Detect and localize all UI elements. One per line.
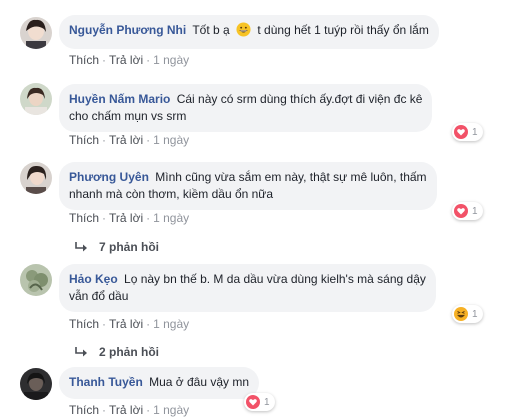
comment-text-line-2: nhanh mà còn thơm, kiềm dầu ổn nữa [69,187,274,201]
avatar[interactable] [20,17,52,49]
timestamp[interactable]: 1 ngày [153,317,189,331]
comment-bubble: Huyền Nấm Mario Cái này có srm dùng thíc… [59,84,433,132]
reply-link[interactable]: Trả lời [109,403,143,417]
reply-link[interactable]: Trả lời [109,317,143,331]
comment-actions: Thích · Trả lời · 1 ngày [69,211,190,225]
comment-actions: Thích · Trả lời · 1 ngày [69,317,190,331]
reply-link[interactable]: Trả lời [109,133,143,147]
haha-reaction-icon [454,307,468,321]
reaction-count: 1 [264,396,270,408]
comment-text-line-1: Lọ này bn thế b. M da dầu vừa dùng kielh… [124,272,426,286]
love-reaction-icon [454,204,468,218]
timestamp[interactable]: 1 ngày [153,211,189,225]
reaction-summary[interactable]: 1 [452,123,483,141]
reply-arrow-icon [75,347,87,357]
like-link[interactable]: Thích [69,211,99,225]
comment-text: t dùng hết 1 tuýp rồi thấy ổn lắm [257,23,429,37]
replies-count: 7 phản hồi [99,240,159,254]
grin-emoji-icon [236,22,251,42]
reaction-count: 1 [472,308,478,320]
reply-link[interactable]: Trả lời [109,53,143,67]
avatar[interactable] [20,264,52,296]
like-link[interactable]: Thích [69,53,99,67]
timestamp[interactable]: 1 ngày [153,53,189,67]
reply-arrow-icon [75,242,87,252]
comment-text: Mua ở đâu vậy mn [149,375,250,389]
author-name[interactable]: Hảo Kẹo [69,272,118,286]
reaction-count: 1 [472,205,478,217]
like-link[interactable]: Thích [69,317,99,331]
comment-text-line-1: Cái này có srm dùng thích ấy.đợt đi viện… [176,92,423,106]
comment-bubble: Hảo Kẹo Lọ này bn thế b. M da dầu vừa dù… [59,264,436,312]
avatar[interactable] [20,368,52,400]
like-link[interactable]: Thích [69,133,99,147]
reaction-summary[interactable]: 1 [452,202,483,220]
author-name[interactable]: Thanh Tuyền [69,375,143,389]
comment-text-line-1: Mình cũng vừa sắm em này, thật sự mê luô… [155,170,427,184]
replies-count: 2 phản hồi [99,345,159,359]
view-replies-link[interactable]: 7 phản hồi [75,240,159,254]
timestamp[interactable]: 1 ngày [153,403,189,417]
comment-text: Tốt b ạ [192,23,230,37]
author-name[interactable]: Nguyễn Phương Nhi [69,23,186,37]
comment-text-line-2: vẫn đổ dầu [69,289,129,303]
author-name[interactable]: Phương Uyên [69,170,149,184]
view-replies-link[interactable]: 2 phản hồi [75,345,159,359]
avatar[interactable] [20,83,52,115]
reaction-summary[interactable]: 1 [452,305,483,323]
reaction-summary[interactable]: 1 [244,393,275,411]
author-name[interactable]: Huyền Nấm Mario [69,92,170,106]
comment-bubble: Phương Uyên Mình cũng vừa sắm em này, th… [59,162,437,210]
comment-actions: Thích · Trả lời · 1 ngày [69,53,190,67]
comment-bubble: Thanh Tuyền Mua ở đâu vậy mn [59,367,260,399]
comment-bubble: Nguyễn Phương Nhi Tốt b ạ t dùng hết 1 t… [59,15,439,49]
timestamp[interactable]: 1 ngày [153,133,189,147]
love-reaction-icon [246,395,260,409]
comment-actions: Thích · Trả lời · 1 ngày [69,403,190,417]
reply-link[interactable]: Trả lời [109,211,143,225]
reaction-count: 1 [472,126,478,138]
comment-actions: Thích · Trả lời · 1 ngày [69,133,190,147]
love-reaction-icon [454,125,468,139]
comment-text-line-2: cho chấm mụn vs srm [69,109,187,123]
like-link[interactable]: Thích [69,403,99,417]
avatar[interactable] [20,162,52,194]
